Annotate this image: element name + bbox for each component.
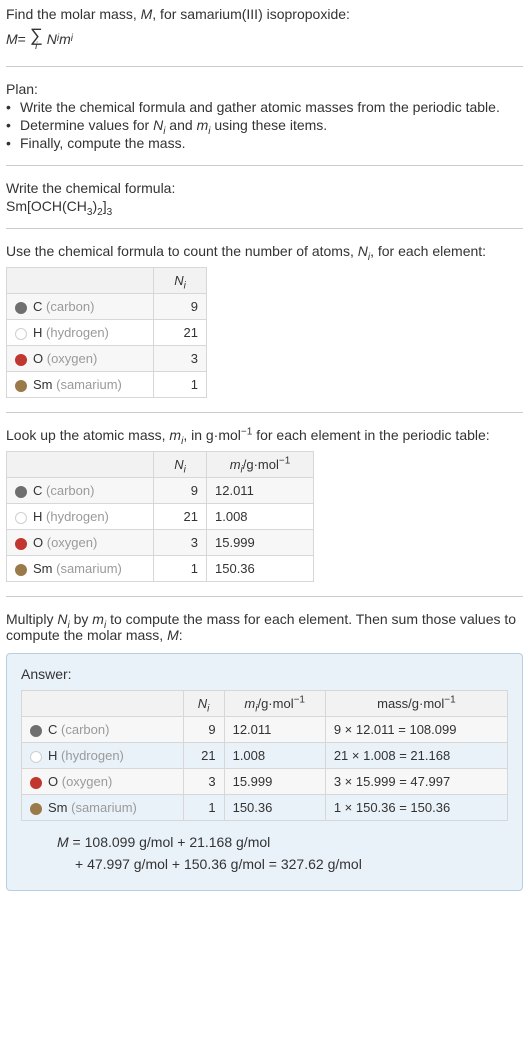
element-dot-icon <box>15 328 27 340</box>
answer-label: Answer: <box>21 666 508 682</box>
chem-p1: Sm[OCH(CH <box>6 198 87 214</box>
intro-text-b: , for samarium(III) isopropoxide: <box>152 6 350 22</box>
element-dot-icon <box>30 777 42 789</box>
final-line-2: + 47.997 g/mol + 150.36 g/mol = 327.62 g… <box>75 853 508 875</box>
bullet-icon: • <box>6 99 20 115</box>
chem-s3: 3 <box>107 207 113 218</box>
element-dot-icon <box>15 538 27 550</box>
divider <box>6 66 523 67</box>
chem-title: Write the chemical formula: <box>6 180 523 196</box>
multiply-text: Multiply Ni by mi to compute the mass fo… <box>6 611 523 643</box>
plan-bullet-3: • Finally, compute the mass. <box>6 135 523 151</box>
plan-3-text: Finally, compute the mass. <box>20 135 523 151</box>
element-dot-icon <box>15 564 27 576</box>
plan-bullet-2: • Determine values for Ni and mi using t… <box>6 117 523 133</box>
element-dot-icon <box>15 302 27 314</box>
cell-ni: 3 <box>154 346 207 372</box>
chem-formula: Sm[OCH(CH3)2]3 <box>6 198 523 214</box>
table-row: Sm (samarium) 1 150.36 1 × 150.36 = 150.… <box>22 795 508 821</box>
table-row: C (carbon) 9 12.011 <box>7 478 314 504</box>
atom-count-table: Ni C (carbon) 9 H (hydrogen) 21 O (oxyge… <box>6 267 207 398</box>
element-dot-icon <box>15 380 27 392</box>
divider <box>6 412 523 413</box>
formula-m: m <box>59 31 71 47</box>
bullet-icon: • <box>6 135 20 151</box>
element-dot-icon <box>30 751 42 763</box>
table-row: H (hydrogen) 21 1.008 21 × 1.008 = 21.16… <box>22 743 508 769</box>
document: Find the molar mass, M, for samarium(III… <box>0 0 529 899</box>
element-dot-icon <box>30 803 42 815</box>
bullet-icon: • <box>6 117 20 133</box>
plan2-a: Determine values for <box>20 117 153 133</box>
plan-title: Plan: <box>6 81 523 97</box>
plan-1-text: Write the chemical formula and gather at… <box>20 99 523 115</box>
th-ni: N <box>174 273 183 288</box>
table-row: O (oxygen) 3 <box>7 346 207 372</box>
answer-box: Answer: Ni mi/g·mol−1 mass/g·mol−1 C (ca… <box>6 653 523 891</box>
table-row: H (hydrogen) 21 <box>7 320 207 346</box>
lookup-c: for each element in the periodic table: <box>252 427 489 443</box>
plan-bullet-1: • Write the chemical formula and gather … <box>6 99 523 115</box>
intro-formula: M = ∑ i Nimi <box>6 26 523 52</box>
lookup-b: , in g·mol <box>183 427 241 443</box>
formula-eq: = <box>18 31 26 47</box>
sigma-icon: ∑ i <box>30 26 43 52</box>
table-row: C (carbon) 9 12.011 9 × 12.011 = 108.099 <box>22 717 508 743</box>
lookup-a: Look up the atomic mass, <box>6 427 169 443</box>
count-a: Use the chemical formula to count the nu… <box>6 243 358 259</box>
count-text: Use the chemical formula to count the nu… <box>6 243 523 259</box>
final-molar-mass: M = 108.099 g/mol + 21.168 g/mol + 47.99… <box>57 831 508 876</box>
formula-n: N <box>47 31 57 47</box>
intro-line-1: Find the molar mass, M, for samarium(III… <box>6 6 523 22</box>
answer-table: Ni mi/g·mol−1 mass/g·mol−1 C (carbon) 9 … <box>21 690 508 821</box>
element-dot-icon <box>15 354 27 366</box>
intro-text-a: Find the molar mass, <box>6 6 141 22</box>
plan2-c: using these items. <box>210 117 327 133</box>
table-row: Sm (samarium) 1 <box>7 372 207 398</box>
plan2-b: and <box>165 117 196 133</box>
table-row: O (oxygen) 3 15.999 <box>7 530 314 556</box>
table-row: C (carbon) 9 <box>7 294 207 320</box>
cell-ni: 1 <box>154 372 207 398</box>
table-row: H (hydrogen) 21 1.008 <box>7 504 314 530</box>
divider <box>6 165 523 166</box>
intro-var-m: M <box>141 6 153 22</box>
element-dot-icon <box>15 486 27 498</box>
element-dot-icon <box>15 512 27 524</box>
lookup-text: Look up the atomic mass, mi, in g·mol−1 … <box>6 427 523 443</box>
divider <box>6 596 523 597</box>
divider <box>6 228 523 229</box>
element-dot-icon <box>30 725 42 737</box>
table-row: Sm (samarium) 1 150.36 <box>7 556 314 582</box>
plan-2-text: Determine values for Ni and mi using the… <box>20 117 523 133</box>
count-b: , for each element: <box>370 243 486 259</box>
atomic-mass-table: Ni mi/g·mol−1 C (carbon) 9 12.011 H (hyd… <box>6 451 314 582</box>
formula-lhs: M <box>6 31 18 47</box>
cell-ni: 21 <box>154 320 207 346</box>
table-row: O (oxygen) 3 15.999 3 × 15.999 = 47.997 <box>22 769 508 795</box>
cell-ni: 9 <box>154 294 207 320</box>
